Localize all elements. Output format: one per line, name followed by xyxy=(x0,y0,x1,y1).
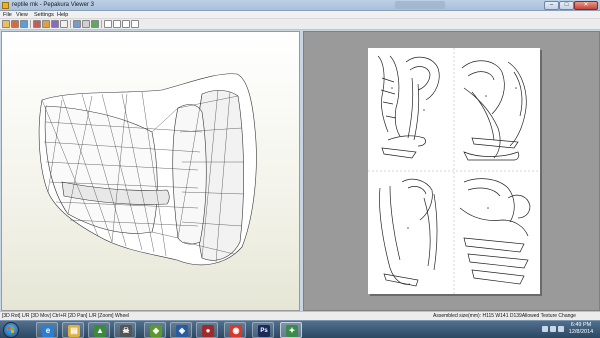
print-icon[interactable] xyxy=(20,20,28,28)
toolbar-separator xyxy=(30,20,31,28)
taskbar-app-skull[interactable]: ☠ xyxy=(114,322,136,338)
mask-3d-model[interactable] xyxy=(2,32,301,312)
title-bar[interactable]: reptile mk - Pepakura Viewer 3 – □ ✕ xyxy=(0,0,600,11)
chrome-icon: ◉ xyxy=(230,325,242,337)
menu-view[interactable]: View xyxy=(16,11,28,19)
2d-view-pane[interactable] xyxy=(303,31,600,311)
status-bar: [3D Rot] L/R [3D Mov] Ctrl+R [2D Pan] L/… xyxy=(0,311,600,320)
windows-logo-icon xyxy=(8,327,14,333)
menu-help[interactable]: Help xyxy=(57,11,68,19)
tray-volume-icon[interactable] xyxy=(558,326,564,332)
open-file-icon[interactable] xyxy=(2,20,10,28)
window-title: reptile mk - Pepakura Viewer 3 xyxy=(12,2,94,8)
maximize-button[interactable]: □ xyxy=(559,1,574,10)
toolbar-separator xyxy=(70,20,71,28)
layout-2-icon[interactable] xyxy=(113,20,121,28)
app-icon xyxy=(2,2,9,9)
tray-network-icon[interactable] xyxy=(550,326,556,332)
tray-arrow-icon[interactable] xyxy=(542,326,548,332)
start-button[interactable] xyxy=(3,322,19,338)
settings-icon[interactable] xyxy=(82,20,90,28)
taskbar-internet-explorer[interactable]: e xyxy=(36,322,58,338)
inactive-window-preview xyxy=(395,1,445,9)
photoshop-icon: Ps xyxy=(258,325,270,337)
pepakura-icon: ✦ xyxy=(286,325,298,337)
view-3d-icon[interactable] xyxy=(33,20,41,28)
taskbar-chrome[interactable]: ◉ xyxy=(224,322,246,338)
3d-view-pane[interactable] xyxy=(1,31,300,311)
taskbar: e ▤ ▲ ☠ ◆ ◈ ● ◉ Ps ✦ 6:49 PM 12/8/2014 xyxy=(0,320,600,338)
clock-time[interactable]: 6:49 PM xyxy=(566,322,596,329)
pattern-sheet[interactable] xyxy=(368,48,540,294)
layout-1-icon[interactable] xyxy=(104,20,112,28)
zoom-out-icon[interactable] xyxy=(73,20,81,28)
app-green-icon: ▲ xyxy=(94,325,106,337)
close-button[interactable]: ✕ xyxy=(574,1,598,10)
taskbar-file-explorer[interactable]: ▤ xyxy=(62,322,84,338)
help-icon[interactable] xyxy=(91,20,99,28)
layout-4-icon[interactable] xyxy=(131,20,139,28)
games-icon: ◆ xyxy=(150,325,162,337)
app-red-icon: ● xyxy=(202,325,214,337)
menu-file[interactable]: File xyxy=(3,11,12,19)
taskbar-app-red[interactable]: ● xyxy=(196,322,218,338)
taskbar-app-blue[interactable]: ◈ xyxy=(170,322,192,338)
menu-settings[interactable]: Settings xyxy=(34,11,54,19)
clock-date[interactable]: 12/8/2014 xyxy=(566,329,596,336)
texture-icon[interactable] xyxy=(51,20,59,28)
toolbar xyxy=(0,19,600,30)
save-file-icon[interactable] xyxy=(11,20,19,28)
skull-icon: ☠ xyxy=(120,325,132,337)
minimize-button[interactable]: – xyxy=(544,1,559,10)
taskbar-app-green[interactable]: ▲ xyxy=(88,322,110,338)
view-2d-icon[interactable] xyxy=(42,20,50,28)
folder-icon: ▤ xyxy=(68,325,80,337)
internet-explorer-icon: e xyxy=(42,325,54,337)
zoom-in-icon[interactable] xyxy=(60,20,68,28)
toolbar-separator xyxy=(101,20,102,28)
unfolded-pattern xyxy=(368,48,540,294)
taskbar-pepakura[interactable]: ✦ xyxy=(280,322,302,338)
layout-3-icon[interactable] xyxy=(122,20,130,28)
taskbar-photoshop[interactable]: Ps xyxy=(252,322,274,338)
app-blue-icon: ◈ xyxy=(176,325,188,337)
pepakura-window: reptile mk - Pepakura Viewer 3 – □ ✕ Fil… xyxy=(0,0,600,320)
menu-bar: File View Settings Help xyxy=(0,11,600,19)
taskbar-games[interactable]: ◆ xyxy=(144,322,166,338)
